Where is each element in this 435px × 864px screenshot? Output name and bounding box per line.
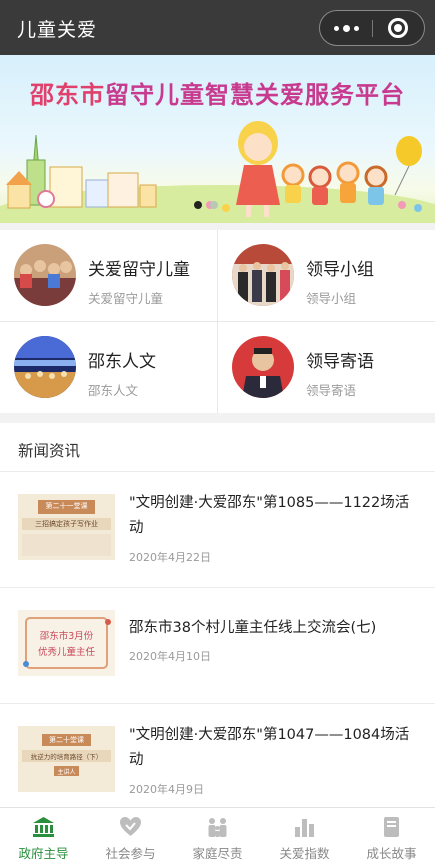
more-dot-icon — [342, 24, 350, 32]
grid-item-care-children[interactable]: 关爱留守儿童 关爱留守儿童 — [0, 230, 217, 321]
carousel-dot-active[interactable] — [194, 201, 202, 209]
bottom-tab-bar: 政府主导 社会参与 家庭尽责 关爱指数 成长故事 — [0, 807, 435, 864]
news-date: 2020年4月22日 — [129, 551, 211, 564]
grid-item-subtitle: 关爱留守儿童 — [88, 291, 164, 306]
tab-growth-stories[interactable]: 成长故事 — [348, 808, 435, 864]
grid-divider-horizontal — [0, 321, 435, 322]
carousel-dot[interactable] — [210, 201, 218, 209]
thumbnail-line: 第二十堂课 — [49, 736, 84, 744]
tab-label: 家庭尽责 — [192, 846, 243, 861]
news-heading: 新闻资讯 — [18, 442, 81, 460]
news-thumbnail: 邵东市3月份 优秀儿童主任 — [18, 610, 115, 676]
thumbnail-line: 主讲人 — [57, 769, 76, 776]
thumbnail-line: 三招搞定孩子写作业 — [35, 520, 98, 528]
close-miniprogram-button[interactable] — [372, 11, 424, 45]
grid-item-title: 领导小组 — [306, 260, 374, 280]
children-figures-icon — [281, 161, 388, 205]
news-item[interactable]: 邵东市3月份 优秀儿童主任 邵东市38个村儿童主任线上交流会(七) 2020年4… — [0, 588, 435, 704]
banner-carousel[interactable]: 邵东市留守儿童智慧关爱服务平台 — [0, 55, 435, 223]
news-item[interactable]: 第二十堂课 抗逆力的培育路径（下） 主讲人 "文明创建·大爱邵东"第1047——… — [0, 704, 435, 807]
book-icon — [384, 817, 399, 837]
leadership-group-photo — [232, 244, 294, 306]
thumbnail-line: 第二十一堂课 — [45, 502, 88, 510]
news-date: 2020年4月10日 — [129, 650, 211, 663]
category-grid: 关爱留守儿童 关爱留守儿童 领导小组 领导小组 邵东人文 邵东人文 领导寄语 领… — [0, 230, 435, 413]
tab-government[interactable]: 政府主导 — [0, 808, 87, 864]
care-children-photo — [14, 244, 76, 306]
tab-social[interactable]: 社会参与 — [87, 808, 174, 864]
balloon-icon — [394, 136, 422, 196]
grid-item-subtitle: 领导小组 — [306, 291, 357, 306]
target-close-icon — [388, 18, 408, 38]
news-title: 邵东市38个村儿童主任线上交流会(七) — [129, 620, 377, 636]
miniprogram-capsule — [319, 10, 425, 46]
tab-family[interactable]: 家庭尽责 — [174, 808, 261, 864]
thumbnail-line: 优秀儿童主任 — [37, 647, 95, 658]
grid-item-subtitle: 邵东人文 — [88, 383, 139, 398]
teacher-figure-icon — [236, 121, 280, 217]
grid-item-title: 邵东人文 — [88, 352, 156, 372]
news-section: 新闻资讯 第二十一堂课 三招搞定孩子写作业 "文明创建·大爱邵东"第1085——… — [0, 423, 435, 807]
tab-care-index[interactable]: 关爱指数 — [261, 808, 348, 864]
grid-item-leader-message[interactable]: 领导寄语 领导寄语 — [218, 322, 435, 413]
family-icon — [208, 818, 227, 837]
top-nav-bar: 儿童关爱 — [0, 0, 435, 55]
news-thumbnail: 第二十堂课 抗逆力的培育路径（下） 主讲人 — [18, 726, 115, 792]
tab-label: 关爱指数 — [279, 846, 330, 861]
app-title: 儿童关爱 — [17, 19, 98, 41]
news-item[interactable]: 第二十一堂课 三招搞定孩子写作业 "文明创建·大爱邵东"第1085——1122场… — [0, 472, 435, 588]
government-icon — [33, 817, 54, 837]
tab-label: 成长故事 — [366, 846, 417, 861]
grid-item-title: 关爱留守儿童 — [88, 260, 190, 280]
thumbnail-line: 抗逆力的培育路径（下） — [30, 753, 103, 761]
news-title: "文明创建·大爱邵东"第1085——1122场活动 — [129, 495, 410, 536]
grid-item-title: 领导寄语 — [306, 352, 374, 372]
more-options-button[interactable] — [320, 11, 372, 45]
grid-item-leadership-group[interactable]: 领导小组 领导小组 — [218, 230, 435, 321]
thumbnail-line: 邵东市3月份 — [39, 631, 94, 642]
leader-message-photo — [232, 336, 294, 398]
news-thumbnail: 第二十一堂课 三招搞定孩子写作业 — [18, 494, 115, 560]
shaodong-culture-photo — [14, 336, 76, 398]
more-dot-icon — [353, 25, 359, 31]
bar-chart-icon — [295, 819, 314, 837]
grid-item-subtitle: 领导寄语 — [306, 383, 357, 398]
banner-illustration — [6, 121, 422, 217]
tab-label: 社会参与 — [105, 846, 156, 861]
grid-item-shaodong-culture[interactable]: 邵东人文 邵东人文 — [0, 322, 217, 413]
news-date: 2020年4月9日 — [129, 783, 204, 796]
news-title: "文明创建·大爱邵东"第1047——1084场活动 — [129, 727, 410, 768]
city-buildings-icon — [6, 134, 157, 209]
carousel-indicator — [194, 201, 218, 209]
more-dot-icon — [333, 25, 339, 31]
heart-hands-icon — [120, 817, 141, 836]
tab-label: 政府主导 — [18, 846, 69, 861]
